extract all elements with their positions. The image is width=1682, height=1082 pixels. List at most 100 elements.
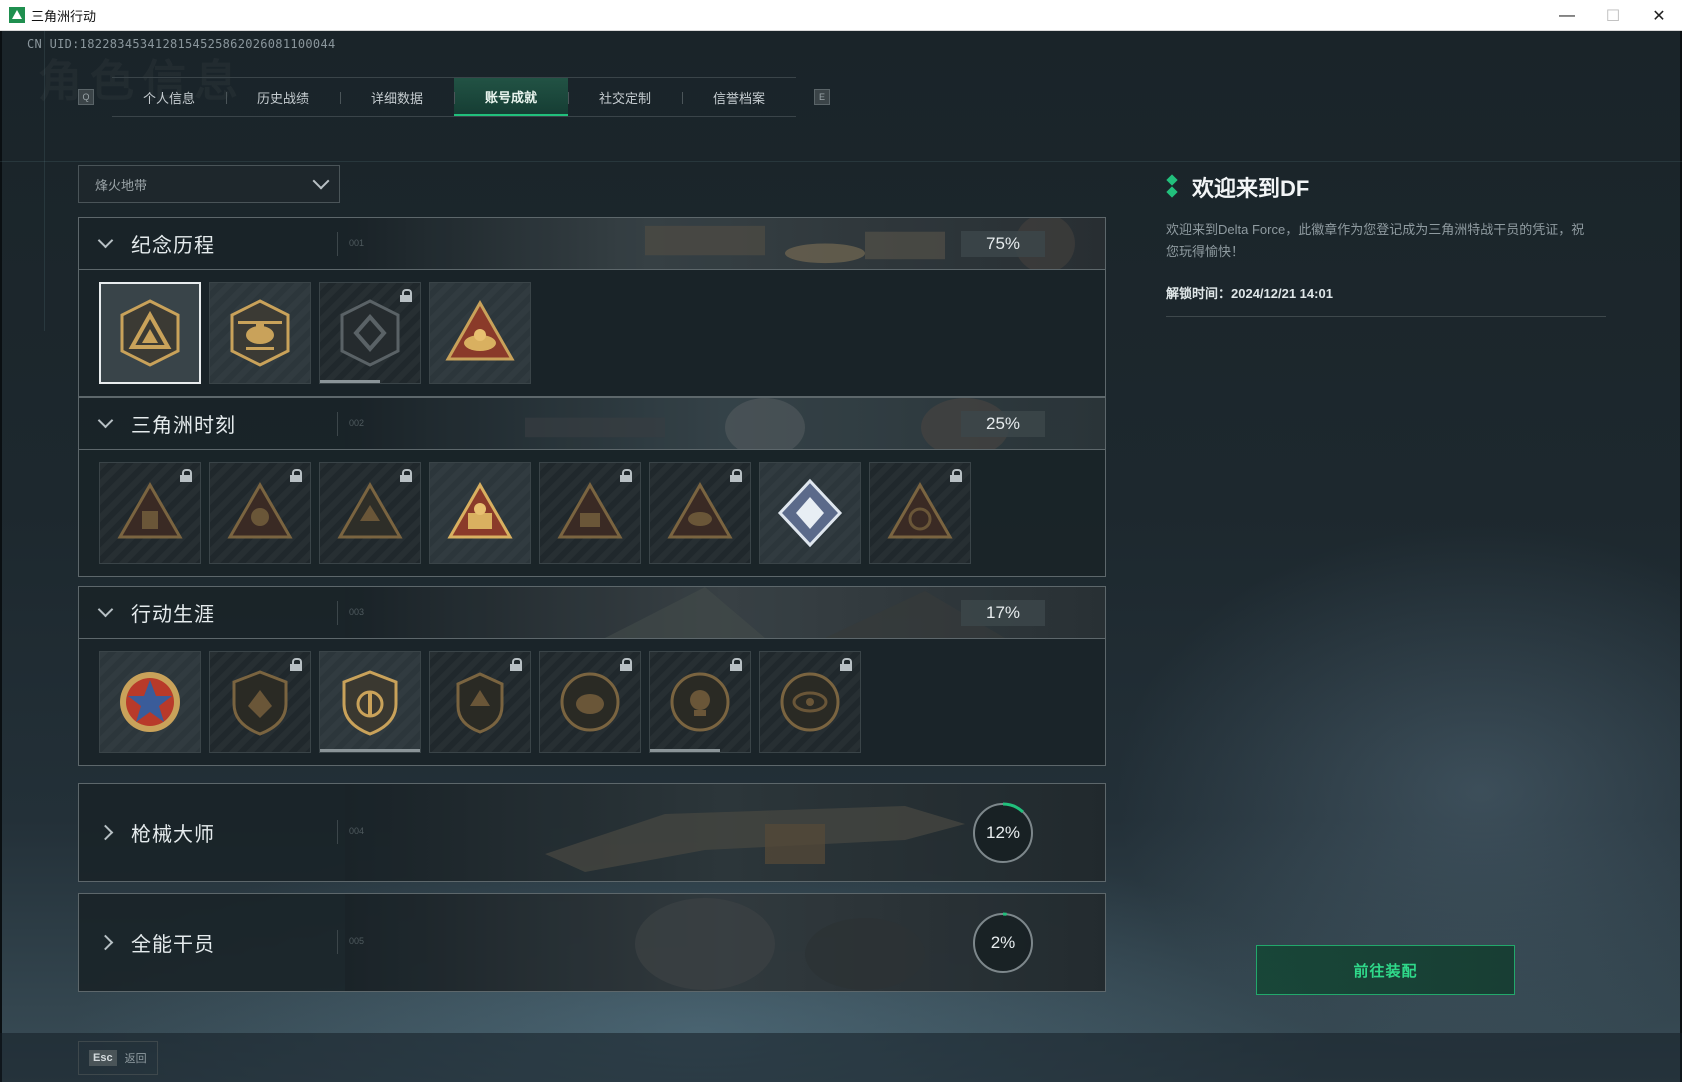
category-header[interactable]: 三角洲时刻 002 25% [79,398,1105,450]
tab-achievements[interactable]: 账号成就 [454,78,568,116]
lock-icon [290,658,302,671]
badge-moment-8[interactable] [869,462,971,564]
tab-personal-info[interactable]: 个人信息 [112,78,226,116]
e-key-hint[interactable]: E [814,89,830,105]
tab-reputation[interactable]: 信誉档案 [682,78,796,116]
minimize-button[interactable]: — [1544,0,1590,31]
badge-moment-4[interactable] [429,462,531,564]
chevron-down-icon [97,232,113,249]
tab-bar: Q 个人信息 历史战绩 详细数据 账号成就 社交定制 信誉档案 E [78,77,830,117]
lock-icon [510,658,522,671]
tab-social-custom[interactable]: 社交定制 [568,78,682,116]
dropdown-value: 烽火地带 [95,177,148,193]
expand-toggle[interactable] [79,784,131,881]
badge-gold-nest[interactable] [429,282,531,384]
category-all-round-operator: 全能干员 005 2% [78,893,1106,992]
triangle-badge-icon [117,481,183,539]
shield-badge-icon [232,670,288,736]
badge-moment-1[interactable] [99,462,201,564]
bottom-bar [0,1033,1682,1082]
triangle-badge-icon [445,299,515,361]
category-memorial: 纪念历程 001 75% [78,217,1106,397]
badge-career-5[interactable] [539,651,641,753]
badge-career-2[interactable] [209,651,311,753]
category-operation-career: 行动生涯 003 17% [78,586,1106,766]
category-title: 三角洲时刻 [131,415,236,437]
badge-career-4[interactable] [429,651,531,753]
badge-progress [320,380,380,383]
unlock-time: 解锁时间：2024/12/21 14:01 [1166,283,1606,317]
achievement-title-text: 欢迎来到DF [1192,176,1310,201]
badge-moment-3[interactable] [319,462,421,564]
category-title: 枪械大师 [131,824,215,846]
badge-career-star[interactable] [99,651,201,753]
helicopter-badge-icon [230,299,290,367]
window-title: 三角洲行动 [31,8,97,24]
category-header[interactable]: 全能干员 005 2% [79,894,1105,991]
category-number: 003 [349,607,365,617]
category-header[interactable]: 行动生涯 003 17% [79,587,1105,639]
badge-career-3[interactable] [319,651,421,753]
lock-icon [730,469,742,482]
chevron-right-icon [97,934,113,951]
lock-icon [620,469,632,482]
category-number: 002 [349,418,365,428]
category-percent: 2% [990,933,1016,952]
triangle-badge-icon [337,481,403,539]
badge-helicopter[interactable] [209,282,311,384]
collapse-toggle[interactable] [79,218,131,269]
mode-dropdown[interactable]: 烽火地带 [78,165,340,203]
tab-detailed-stats[interactable]: 详细数据 [340,78,454,116]
maximize-button[interactable]: ☐ [1590,0,1636,31]
delta-badge-icon [120,299,180,367]
triangle-badge-icon [887,481,953,539]
badge-career-6[interactable] [649,651,751,753]
badge-locked-emblem[interactable] [319,282,421,384]
badge-moment-5[interactable] [539,462,641,564]
tab-match-history[interactable]: 历史战绩 [226,78,340,116]
game-screen: 角色信息 CN UID:1822834534128154525862026081… [0,31,1682,1082]
category-header[interactable]: 枪械大师 004 12% [79,784,1105,881]
window-titlebar: 三角洲行动 — ☐ ✕ [0,0,1682,31]
lock-icon [400,289,412,302]
chevron-right-icon [97,824,113,841]
category-percent: 25% [961,411,1045,437]
lock-icon [180,469,192,482]
badge-moment-2[interactable] [209,462,311,564]
category-percent: 17% [961,600,1045,626]
close-button[interactable]: ✕ [1636,0,1682,31]
category-percent: 12% [985,823,1021,842]
achievement-detail-panel: 欢迎来到DF 欢迎来到Delta Force，此徽章作为您登记成为三角洲特战干员… [1166,171,1606,317]
triangle-badge-icon [557,481,623,539]
category-header[interactable]: 纪念历程 001 75% [79,218,1105,270]
category-number: 005 [349,936,365,946]
lock-icon [840,658,852,671]
shield-badge-icon [342,670,398,736]
collapse-toggle[interactable] [79,398,131,449]
badge-welcome-df[interactable] [99,282,201,384]
chevron-down-icon [97,412,113,429]
user-uid: CN UID:182283453412815452586202608110004… [27,37,336,51]
lock-icon [400,469,412,482]
q-key-hint[interactable]: Q [78,89,94,105]
badge-career-7[interactable] [759,651,861,753]
category-title: 全能干员 [131,934,215,956]
lock-icon [290,469,302,482]
category-number: 001 [349,238,365,248]
eye-badge-icon [780,672,840,732]
shield-badge-icon [340,299,400,367]
badge-progress [650,749,720,752]
lock-icon [730,658,742,671]
category-delta-moments: 三角洲时刻 002 25% [78,397,1106,577]
collapse-toggle[interactable] [79,587,131,638]
category-weapon-master: 枪械大师 004 12% [78,783,1106,882]
badge-moment-7[interactable] [759,462,861,564]
back-button[interactable]: Esc 返回 [78,1041,158,1075]
go-equip-button[interactable]: 前往装配 [1256,945,1515,995]
badge-moment-6[interactable] [649,462,751,564]
medal-badge-icon [560,672,620,732]
diamond-icon [1166,175,1178,199]
expand-toggle[interactable] [79,894,131,991]
category-title: 纪念历程 [131,235,215,257]
category-title: 行动生涯 [131,604,215,626]
